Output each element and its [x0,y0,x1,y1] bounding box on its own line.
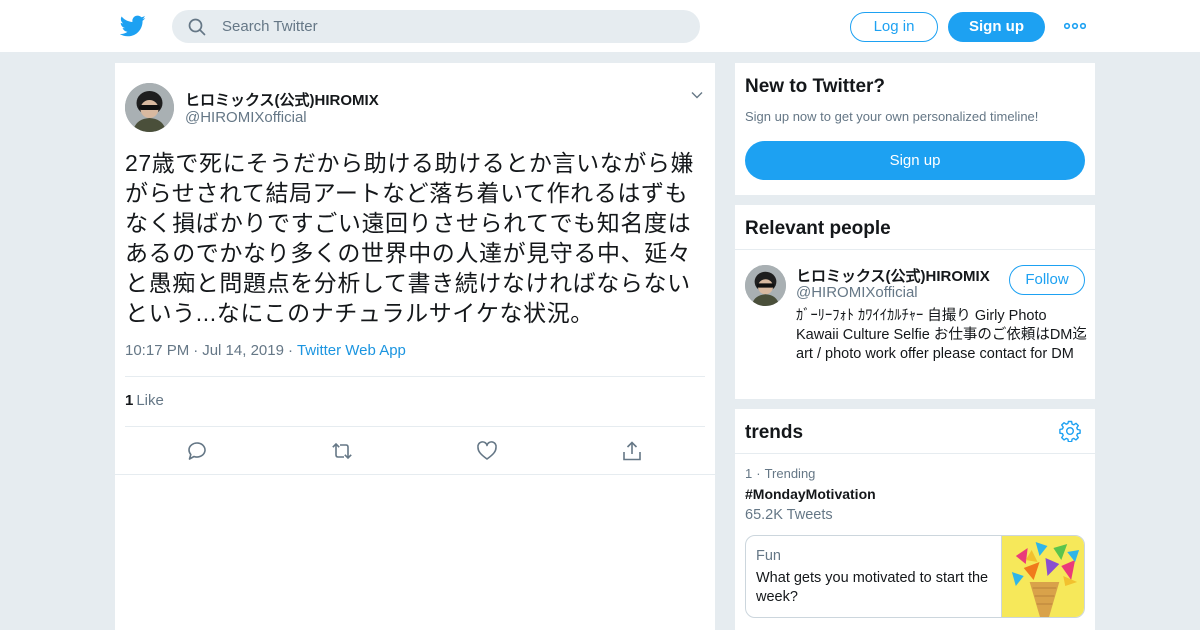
more-options-icon[interactable] [1064,22,1086,30]
chevron-down-icon[interactable] [691,91,703,99]
likes-stat[interactable]: 1 Like [125,392,164,409]
share-icon[interactable] [621,440,643,462]
top-navigation-bar: Log in Sign up [0,0,1200,53]
like-icon[interactable] [476,440,498,462]
gear-icon[interactable] [1059,420,1081,442]
search-icon [188,18,206,36]
trend-tweet-count: 65.2K Tweets [745,507,833,523]
tweet-text: 27歳で死にそうだから助ける助けるとか言いながら嫌がらせされて結局アートなど落ち… [125,150,695,326]
event-image [1001,536,1084,617]
divider [115,474,715,475]
signup-module-title: New to Twitter? [745,76,886,97]
tweet-date[interactable]: Jul 14, 2019 [202,342,284,359]
relevant-people-module: Relevant people ヒロミックス(公式)HIROMIX @HIROM… [735,205,1095,399]
signup-button[interactable]: Sign up [948,12,1045,42]
divider [735,249,1095,250]
author-display-name[interactable]: ヒロミックス(公式)HIROMIX [185,89,379,110]
relevant-person-bio: ｶﾞｰﾘｰﾌｫﾄ ｶﾜｲｲｶﾙﾁｬｰ 自撮り Girly Photo Kawai… [796,308,1087,362]
event-title: What gets you motivated to start the wee… [756,570,989,605]
relevant-person-avatar[interactable] [745,265,786,306]
signup-module: New to Twitter? Sign up now to get your … [735,63,1095,195]
author-screen-name[interactable]: @HIROMIXofficial [185,109,307,126]
divider [735,453,1095,454]
trend-rank: 1 [745,466,753,481]
relevant-person-display-name[interactable]: ヒロミックス(公式)HIROMIX [796,265,990,286]
tweet-timestamp[interactable]: 10:17 PM · Jul 14, 2019 · Twitter Web App [125,342,406,359]
relevant-people-title: Relevant people [745,218,891,239]
trends-title: trends [745,422,804,443]
tweet-card: ヒロミックス(公式)HIROMIX @HIROMIXofficial 27歳で死… [115,63,715,630]
reply-icon[interactable] [186,440,208,462]
trends-module: trends 1 · Trending #MondayMotivation 65.2… [735,409,1095,630]
likes-count: 1 [125,392,134,409]
trend-name[interactable]: #MondayMotivation [745,486,876,502]
divider [125,376,705,377]
divider [125,426,705,427]
login-button[interactable]: Log in [850,12,938,42]
twitter-bird-logo-icon[interactable] [120,13,146,39]
search-input[interactable] [222,10,682,43]
tweet-source-link[interactable]: Twitter Web App [297,342,406,359]
retweet-icon[interactable] [331,440,353,462]
trend-context: Trending [764,466,816,481]
tweet-time[interactable]: 10:17 PM [125,342,189,359]
likes-label: Like [136,392,164,409]
signup-module-description: Sign up now to get your own personalized… [745,109,1039,124]
trend-event-card[interactable]: Fun What gets you motivated to start the… [745,535,1085,618]
relevant-person-screen-name[interactable]: @HIROMIXofficial [796,284,918,301]
author-avatar[interactable] [125,83,174,132]
signup-module-button[interactable]: Sign up [745,141,1085,180]
follow-button[interactable]: Follow [1009,265,1085,295]
event-category: Fun [756,548,781,564]
search-box[interactable] [172,10,700,43]
trend-rank-context: 1 · Trending [745,466,816,481]
